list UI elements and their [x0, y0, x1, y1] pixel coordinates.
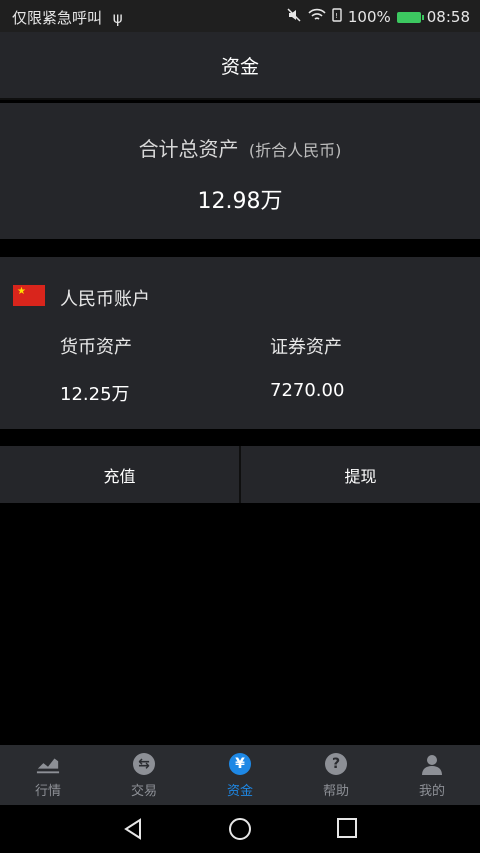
currency-assets-label: 货币资产 — [60, 337, 132, 358]
securities-assets-label: 证券资产 — [270, 337, 342, 358]
total-assets-sublabel: (折合人民币) — [248, 141, 342, 160]
withdraw-button[interactable]: 提现 — [241, 446, 480, 503]
total-assets-value: 12.98万 — [197, 189, 283, 214]
securities-assets-value: 7270.00 — [270, 380, 345, 401]
total-assets-label-row: 合计总资产 (折合人民币) — [0, 133, 480, 162]
user-icon — [420, 752, 444, 776]
svg-text:!: ! — [335, 12, 338, 20]
tab-trade-label: 交易 — [130, 783, 157, 799]
wifi-icon — [308, 8, 326, 26]
deposit-button[interactable]: 充值 — [0, 446, 239, 503]
rmb-account-card: ★ 人民币账户 货币资产 证券资产 12.25万 7270.00 — [0, 257, 480, 429]
system-nav-bar — [0, 805, 480, 853]
home-icon[interactable] — [228, 817, 252, 845]
total-assets-label: 合计总资产 — [138, 137, 239, 161]
total-assets-card: 合计总资产 (折合人民币) 12.98万 — [0, 103, 480, 239]
tab-market[interactable]: 行情 — [0, 745, 96, 805]
tab-market-label: 行情 — [34, 783, 61, 799]
chart-icon — [36, 752, 60, 776]
mute-icon — [286, 7, 302, 27]
status-right: ! 100% 08:58 — [286, 7, 470, 27]
help-icon: ? — [324, 752, 348, 776]
tab-funds[interactable]: ¥ 资金 — [192, 745, 288, 805]
carrier-text: 仅限紧急呼叫 — [12, 9, 103, 27]
currency-assets-value: 12.25万 — [60, 384, 130, 405]
usb-icon: ψ — [112, 9, 123, 27]
back-icon[interactable] — [122, 817, 144, 845]
sim-icon: ! — [332, 8, 342, 26]
tab-help-label: 帮助 — [322, 783, 349, 799]
tab-help[interactable]: ? 帮助 — [288, 745, 384, 805]
china-flag-icon: ★ — [13, 285, 45, 306]
tab-mine-label: 我的 — [418, 783, 445, 799]
tab-funds-label: 资金 — [226, 783, 253, 799]
action-bar: 充值 提现 — [0, 446, 480, 503]
battery-percent: 100% — [347, 8, 391, 26]
page-title: 资金 — [220, 55, 259, 78]
status-bar: 仅限紧急呼叫 ψ ! 100% 08:58 — [0, 0, 480, 32]
yuan-icon: ¥ — [228, 752, 252, 776]
clock: 08:58 — [426, 8, 470, 26]
page-header: 资金 — [0, 32, 480, 100]
recents-icon[interactable] — [336, 817, 358, 843]
bottom-tab-bar: 行情 ⇆ 交易 ¥ 资金 ? 帮助 我的 — [0, 745, 480, 805]
status-left: 仅限紧急呼叫 ψ — [12, 7, 123, 28]
battery-icon — [396, 11, 424, 23]
exchange-icon: ⇆ — [132, 752, 156, 776]
tab-mine[interactable]: 我的 — [384, 745, 480, 805]
account-name: 人民币账户 — [60, 289, 150, 310]
tab-trade[interactable]: ⇆ 交易 — [96, 745, 192, 805]
